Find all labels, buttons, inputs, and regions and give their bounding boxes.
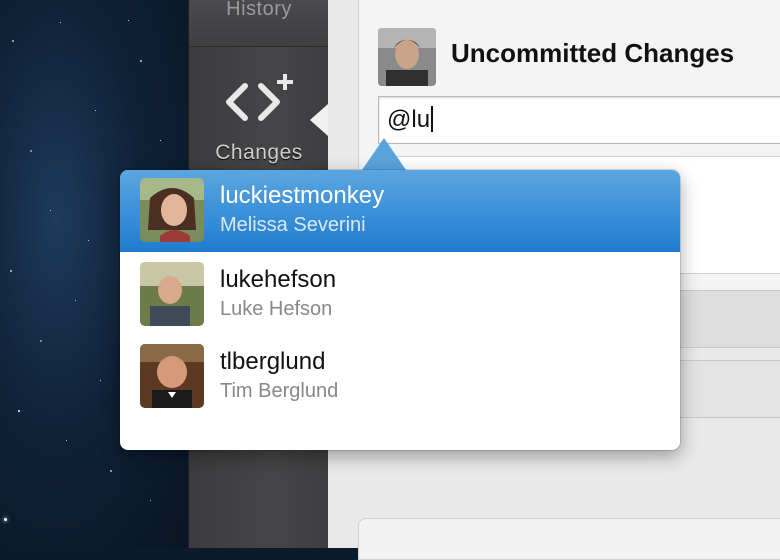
avatar: [140, 262, 204, 326]
mention-autocomplete-popup: luckiestmonkey Melissa Severini lukehefs…: [120, 170, 680, 450]
user-photo-icon: [378, 28, 436, 86]
sidebar-item-changes[interactable]: Changes: [189, 47, 329, 175]
sidebar-item-history[interactable]: History: [189, 0, 329, 47]
autocomplete-username: tlberglund: [220, 348, 326, 375]
autocomplete-username: luckiestmonkey: [220, 182, 385, 209]
avatar: [378, 28, 436, 86]
user-photo-icon: [140, 344, 204, 408]
list-item[interactable]: lukehefson Luke Hefson: [120, 254, 680, 336]
commit-summary-value: @lu: [387, 106, 431, 133]
sidebar-item-history-label: History: [226, 0, 292, 20]
page-title: Uncommitted Changes: [451, 38, 735, 68]
popup-arrow: [362, 138, 406, 170]
user-photo-icon: [140, 262, 204, 326]
selection-notch: [310, 104, 328, 136]
user-photo-icon: [140, 178, 204, 242]
avatar: [140, 178, 204, 242]
commit-summary-input[interactable]: @lu: [378, 96, 780, 144]
list-item[interactable]: tlberglund Tim Berglund: [120, 336, 680, 418]
list-item[interactable]: luckiestmonkey Melissa Severini: [120, 170, 680, 252]
bottom-panel: [358, 518, 780, 560]
autocomplete-full-name: Tim Berglund: [220, 380, 339, 402]
code-brackets-plus-icon: [226, 74, 293, 121]
autocomplete-full-name: Melissa Severini: [220, 214, 366, 236]
text-caret: [431, 105, 434, 132]
autocomplete-full-name: Luke Hefson: [220, 298, 333, 320]
avatar: [140, 344, 204, 408]
autocomplete-username: lukehefson: [220, 266, 337, 293]
sidebar-item-changes-label: Changes: [215, 141, 303, 164]
